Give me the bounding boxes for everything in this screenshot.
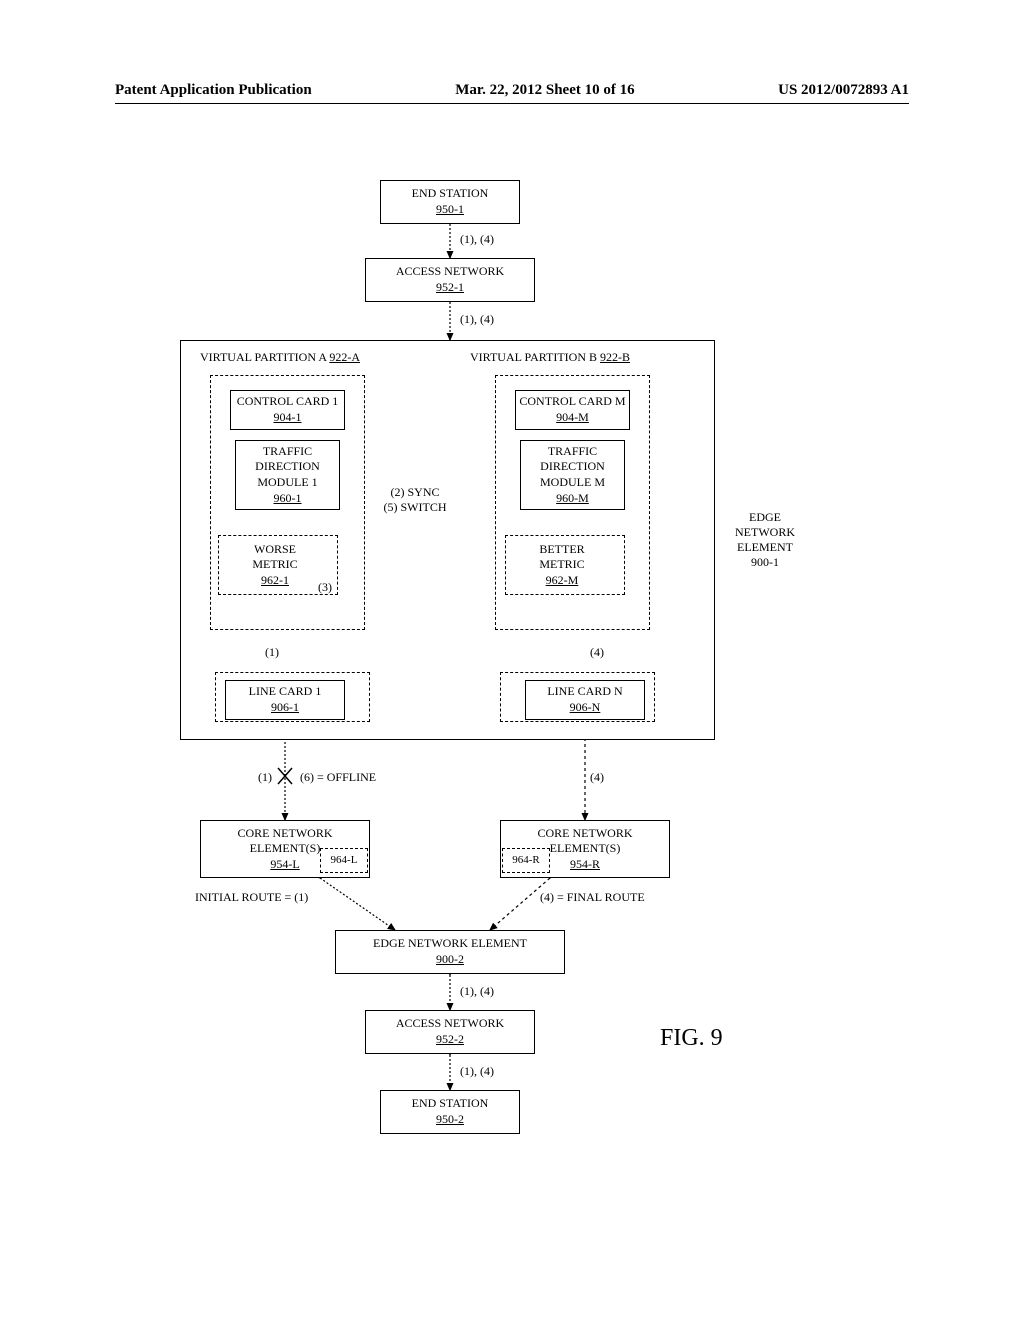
core-r-sub: 964-R [512,854,540,866]
tdm-1-ref: 960-1 [236,491,339,507]
worse-metric: WORSE METRIC 962-1 [235,542,315,588]
conn-1-offline-left: (1) [258,770,272,785]
partition-a-label: VIRTUAL PARTITION A 922-A [200,350,360,365]
metric-1-note: (3) [318,580,332,595]
conn-4-right: (4) [590,770,604,785]
access-network-2-ref: 952-2 [366,1032,534,1048]
partition-b-label: VIRTUAL PARTITION B 922-B [470,350,630,365]
header-center: Mar. 22, 2012 Sheet 10 of 16 [455,82,634,99]
core-l-sub: 964-L [331,854,358,866]
line-card-1-ref: 906-1 [226,700,344,716]
header-left: Patent Application Publication [115,82,312,99]
control-card-m-title: CONTROL CARD M [516,394,629,410]
partition-b-ref: 922-B [600,350,630,364]
traffic-direction-module-m: TRAFFIC DIRECTION MODULE M 960-M [520,440,625,510]
partition-a-text: VIRTUAL PARTITION A [200,350,326,364]
edge-network-element-1-label: EDGE NETWORK ELEMENT 900-1 [725,510,805,570]
sync-switch-label: (2) SYNC (5) SWITCH [375,485,455,515]
end-station-1: END STATION 950-1 [380,180,520,224]
end-station-2-title: END STATION [381,1096,519,1112]
conn-1-4-b: (1), (4) [460,312,494,327]
control-card-1-ref: 904-1 [231,410,344,426]
final-route-label: (4) = FINAL ROUTE [540,890,645,905]
core-r-sub-dashed: 964-R [502,848,550,873]
access-network-2-title: ACCESS NETWORK [366,1016,534,1032]
diagram-container: END STATION 950-1 (1), (4) ACCESS NETWOR… [170,180,870,1220]
end-station-2-ref: 950-2 [381,1112,519,1128]
tdm-1-title: TRAFFIC DIRECTION MODULE 1 [236,444,339,491]
partition-b-text: VIRTUAL PARTITION B [470,350,597,364]
tdm-m-ref: 960-M [521,491,624,507]
initial-route-label: INITIAL ROUTE = (1) [195,890,308,905]
core-l-sub-dashed: 964-L [320,848,368,873]
page-header: Patent Application Publication Mar. 22, … [115,82,909,104]
traffic-direction-module-1: TRAFFIC DIRECTION MODULE 1 960-1 [235,440,340,510]
figure-label: FIG. 9 [660,1025,723,1052]
access-network-1-ref: 952-1 [366,280,534,296]
worse-metric-title: WORSE METRIC [235,542,315,573]
conn-1-4-c: (1), (4) [460,984,494,999]
conn-1-down: (1) [265,645,279,660]
tdm-m-title: TRAFFIC DIRECTION MODULE M [521,444,624,491]
control-card-1: CONTROL CARD 1 904-1 [230,390,345,430]
access-network-2: ACCESS NETWORK 952-2 [365,1010,535,1054]
conn-1-4-d: (1), (4) [460,1064,494,1079]
edge-2-title: EDGE NETWORK ELEMENT [336,936,564,952]
line-card-n-title: LINE CARD N [526,684,644,700]
conn-4-down: (4) [590,645,604,660]
edge-2-ref: 900-2 [336,952,564,968]
end-station-1-ref: 950-1 [381,202,519,218]
line-card-1: LINE CARD 1 906-1 [225,680,345,720]
line-card-n-ref: 906-N [526,700,644,716]
control-card-m-ref: 904-M [516,410,629,426]
end-station-2: END STATION 950-2 [380,1090,520,1134]
line-card-n: LINE CARD N 906-N [525,680,645,720]
offline-label: (6) = OFFLINE [300,770,376,785]
partition-a-ref: 922-A [329,350,360,364]
worse-metric-ref: 962-1 [235,573,315,589]
conn-1-4-a: (1), (4) [460,232,494,247]
access-network-1: ACCESS NETWORK 952-1 [365,258,535,302]
line-card-1-title: LINE CARD 1 [226,684,344,700]
end-station-1-title: END STATION [381,186,519,202]
better-metric: BETTER METRIC 962-M [522,542,602,588]
control-card-1-title: CONTROL CARD 1 [231,394,344,410]
control-card-m: CONTROL CARD M 904-M [515,390,630,430]
access-network-1-title: ACCESS NETWORK [366,264,534,280]
header-right: US 2012/0072893 A1 [778,82,909,99]
better-metric-title: BETTER METRIC [522,542,602,573]
better-metric-ref: 962-M [522,573,602,589]
edge-network-element-2: EDGE NETWORK ELEMENT 900-2 [335,930,565,974]
